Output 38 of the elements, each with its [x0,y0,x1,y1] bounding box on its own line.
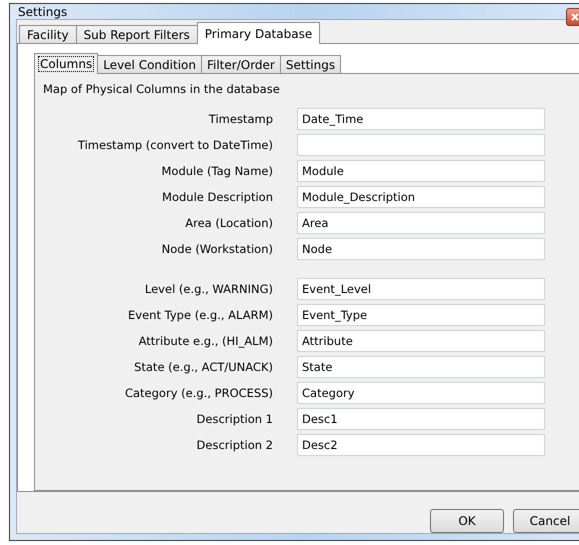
input-field[interactable]: Module_Description [297,186,545,208]
cancel-button[interactable]: Cancel [513,509,579,533]
field-label: State (e.g., ACT/UNACK) [133,360,273,374]
input-field[interactable]: Module [297,160,545,182]
input-field[interactable]: Desc2 [297,434,545,456]
input-field[interactable] [297,134,545,156]
field-label: Timestamp (convert to DateTime) [76,138,273,152]
input-field[interactable]: Date_Time [297,108,545,130]
field-label: Module (Tag Name) [160,164,273,178]
field-label: Event Type (e.g., ALARM) [127,308,273,322]
input-field[interactable]: Attribute [297,330,545,352]
tab[interactable]: Facility [19,25,77,44]
field-label: Description 1 [196,412,273,426]
input-field[interactable]: State [297,356,545,378]
field-label: Attribute e.g., (HI_ALM) [138,334,273,348]
field-label: Module Description [161,190,273,204]
field-label: Node (Workstation) [160,242,273,256]
window-title: Settings [18,4,68,18]
tab[interactable]: Sub Report Filters [76,25,198,44]
tab[interactable]: Settings [280,55,342,74]
input-field[interactable]: Category [297,382,545,404]
input-field[interactable]: Event_Type [297,304,545,326]
ok-button[interactable]: OK [430,509,504,533]
field-label: Level (e.g., WARNING) [144,282,273,296]
tab[interactable]: Level Condition [97,55,202,74]
input-field[interactable]: Node [297,238,545,260]
field-label: Category (e.g., PROCESS) [124,386,273,400]
section-label: Map of Physical Columns in the database [43,82,281,96]
tab[interactable]: Columns [34,53,98,74]
field-label: Timestamp [208,112,273,126]
input-field[interactable]: Area [297,212,545,234]
close-icon [571,13,579,21]
field-label: Area (Location) [184,216,273,230]
input-field[interactable]: Event_Level [297,278,545,300]
tab[interactable]: Primary Database [196,22,320,44]
tab[interactable]: Filter/Order [200,55,281,74]
field-label: Description 2 [196,438,273,452]
input-field[interactable]: Desc1 [297,408,545,430]
